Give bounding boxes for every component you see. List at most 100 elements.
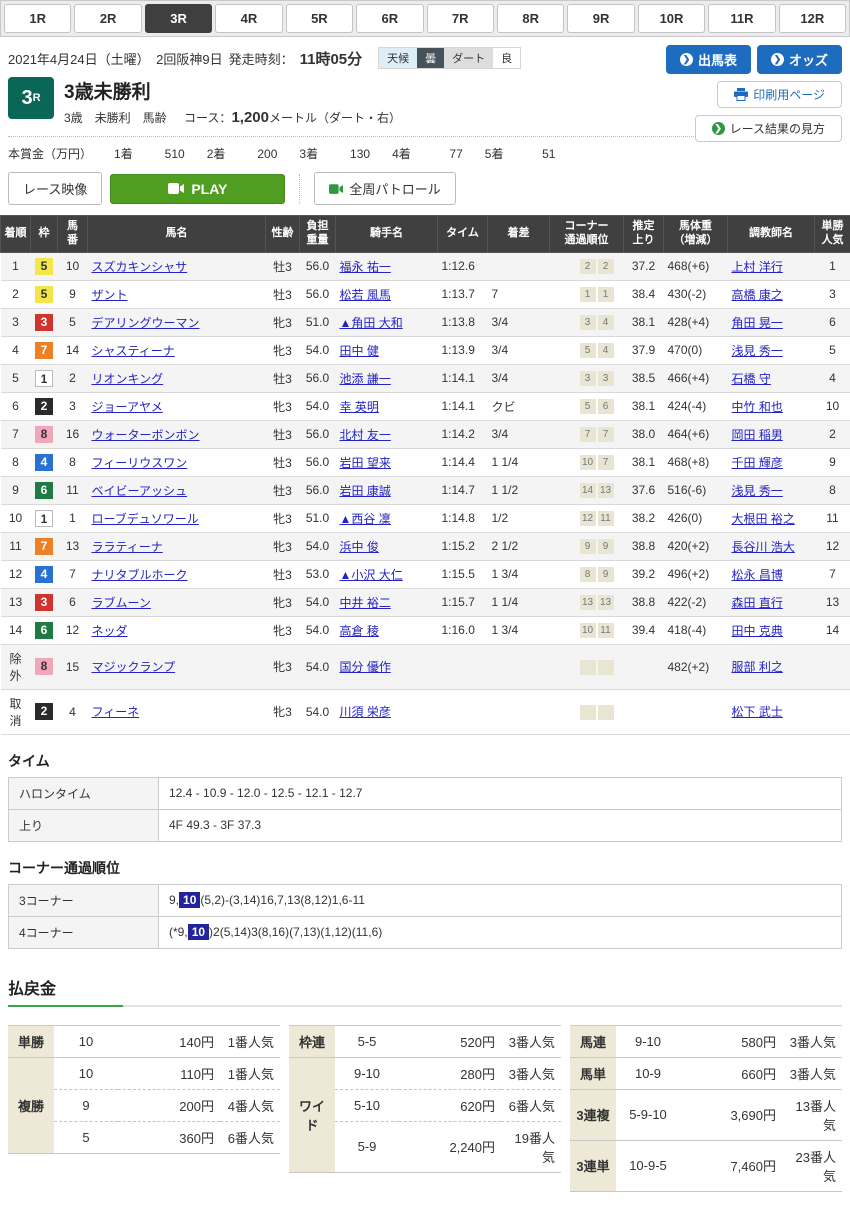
payout-amount: 110円 [118, 1057, 220, 1089]
jockey-link[interactable]: ▲小沢 大仁 [340, 568, 403, 582]
trainer-link[interactable]: 石橋 守 [732, 372, 771, 386]
margin: 1 1/2 [488, 476, 550, 504]
horse-link[interactable]: ザント [92, 288, 128, 302]
win-popularity: 1 [815, 252, 850, 280]
print-page-button[interactable]: 印刷用ページ [717, 81, 842, 108]
horse-link[interactable]: デアリングウーマン [92, 316, 200, 330]
trainer-link[interactable]: 松永 昌博 [732, 568, 783, 582]
jockey-link[interactable]: 幸 英明 [340, 400, 379, 414]
trainer-link[interactable]: 田中 克典 [732, 624, 783, 638]
finish-time: 1:14.7 [438, 476, 488, 504]
jockey-link[interactable]: 浜中 俊 [340, 540, 379, 554]
bracket-number: 8 [35, 658, 53, 675]
trainer-link[interactable]: 長谷川 浩大 [732, 540, 795, 554]
jockey-link[interactable]: 池添 謙一 [340, 372, 391, 386]
column-header: タイム [438, 216, 488, 253]
jockey-link[interactable]: 北村 友一 [340, 428, 391, 442]
horse-link[interactable]: ラブムーン [92, 596, 151, 610]
race-video-button[interactable]: レース映像 [8, 172, 102, 205]
race-tab-5r[interactable]: 5R [286, 4, 353, 33]
horse-link[interactable]: フィーリウスワン [92, 456, 188, 470]
jockey-link[interactable]: ▲西谷 凜 [340, 512, 391, 526]
horse-weight: 470(0) [664, 336, 728, 364]
race-tab-10r[interactable]: 10R [638, 4, 705, 33]
horse-link[interactable]: ベイビーアッシュ [92, 484, 188, 498]
horse-number: 5 [58, 308, 88, 336]
jockey-link[interactable]: 岩田 康誠 [340, 484, 391, 498]
jockey-cell: 幸 英明 [336, 392, 438, 420]
jockey-link[interactable]: 福永 祐一 [340, 260, 391, 274]
track-type: ダート [444, 48, 493, 68]
jockey-link[interactable]: 松若 風馬 [340, 288, 391, 302]
trainer-cell: 上村 洋行 [728, 252, 815, 280]
trainer-link[interactable]: 浅見 秀一 [732, 344, 783, 358]
patrol-video-button[interactable]: 全周パトロール [314, 172, 455, 205]
race-tab-2r[interactable]: 2R [74, 4, 141, 33]
odds-button[interactable]: ❯ オッズ [757, 45, 842, 74]
condition-badges: 天候 曇 ダート 良 [378, 47, 521, 69]
race-tab-12r[interactable]: 12R [779, 4, 846, 33]
margin: 1 3/4 [488, 616, 550, 644]
race-tab-11r[interactable]: 11R [708, 4, 775, 33]
trainer-link[interactable]: 浅見 秀一 [732, 484, 783, 498]
trainer-link[interactable]: 森田 直行 [732, 596, 783, 610]
trainer-link[interactable]: 岡田 稲男 [732, 428, 783, 442]
jockey-link[interactable]: 田中 健 [340, 344, 379, 358]
trainer-link[interactable]: 千田 輝彦 [732, 456, 783, 470]
trainer-cell: 高橋 康之 [728, 280, 815, 308]
race-tab-9r[interactable]: 9R [567, 4, 634, 33]
horse-link[interactable]: ララティーナ [92, 540, 163, 554]
play-button[interactable]: PLAY [110, 174, 285, 204]
trainer-link[interactable]: 高橋 康之 [732, 288, 783, 302]
corner-row-label: 4コーナー [9, 916, 159, 948]
trainer-link[interactable]: 大根田 裕之 [732, 512, 795, 526]
race-tab-6r[interactable]: 6R [356, 4, 423, 33]
trainer-link[interactable]: 服部 利之 [732, 660, 783, 674]
horse-link[interactable]: シャスティーナ [92, 344, 175, 358]
entry-table-button[interactable]: ❯ 出馬表 [666, 45, 751, 74]
race-tab-1r[interactable]: 1R [4, 4, 71, 33]
jockey-link[interactable]: 中井 裕二 [340, 596, 391, 610]
jockey-link[interactable]: 岩田 望来 [340, 456, 391, 470]
race-tab-8r[interactable]: 8R [497, 4, 564, 33]
horse-link[interactable]: フィーネ [92, 705, 140, 719]
prize-amount: 510 [151, 147, 185, 161]
horse-link[interactable]: リオンキング [92, 372, 164, 386]
result-guide-button[interactable]: ❯ レース結果の見方 [695, 115, 842, 142]
prize-place: 1着 [114, 145, 133, 162]
trainer-link[interactable]: 上村 洋行 [732, 260, 783, 274]
sex-age: 牝3 [266, 308, 300, 336]
horse-link[interactable]: マジックランプ [92, 660, 176, 674]
horse-link[interactable]: ナリタブルホーク [92, 568, 188, 582]
horse-number: 10 [58, 252, 88, 280]
trainer-link[interactable]: 松下 武士 [732, 705, 783, 719]
trainer-link[interactable]: 角田 晃一 [732, 316, 783, 330]
trainer-link[interactable]: 中竹 和也 [732, 400, 783, 414]
payout-combination: 10 [54, 1025, 118, 1057]
race-name: 3歳未勝利 [64, 77, 401, 104]
jockey-cell: 北村 友一 [336, 420, 438, 448]
time-row: ハロンタイム12.4 - 10.9 - 12.0 - 12.5 - 12.1 -… [9, 777, 842, 809]
time-table: ハロンタイム12.4 - 10.9 - 12.0 - 12.5 - 12.1 -… [8, 777, 842, 842]
horse-link[interactable]: ローブデュソワール [92, 512, 199, 526]
horse-link[interactable]: ジョーアヤメ [92, 400, 163, 414]
bracket-cell: 3 [31, 588, 58, 616]
horse-link[interactable]: ウォーターボンボン [92, 428, 200, 442]
jockey-link[interactable]: ▲角田 大和 [340, 316, 403, 330]
bracket-number: 3 [35, 314, 53, 331]
corner-position-box [598, 705, 614, 720]
corner-positions: 56 [550, 392, 624, 420]
jockey-link[interactable]: 国分 優作 [340, 660, 391, 674]
race-tab-4r[interactable]: 4R [215, 4, 282, 33]
race-tab-bar: 1R2R3R4R5R6R7R8R9R10R11R12R [0, 0, 850, 37]
bracket-cell: 8 [31, 420, 58, 448]
horse-link[interactable]: ネッダ [92, 624, 128, 638]
corner-order-text: (5,2)-(3,14)16,7,13(8,12)1,6-11 [200, 893, 365, 907]
jockey-link[interactable]: 高倉 稜 [340, 624, 379, 638]
corner-positions: 1313 [550, 588, 624, 616]
jockey-link[interactable]: 川須 栄彦 [340, 705, 391, 719]
horse-link[interactable]: スズカキンシャサ [92, 260, 188, 274]
bracket-cell: 4 [31, 448, 58, 476]
race-tab-7r[interactable]: 7R [427, 4, 494, 33]
race-tab-3r[interactable]: 3R [145, 4, 212, 33]
